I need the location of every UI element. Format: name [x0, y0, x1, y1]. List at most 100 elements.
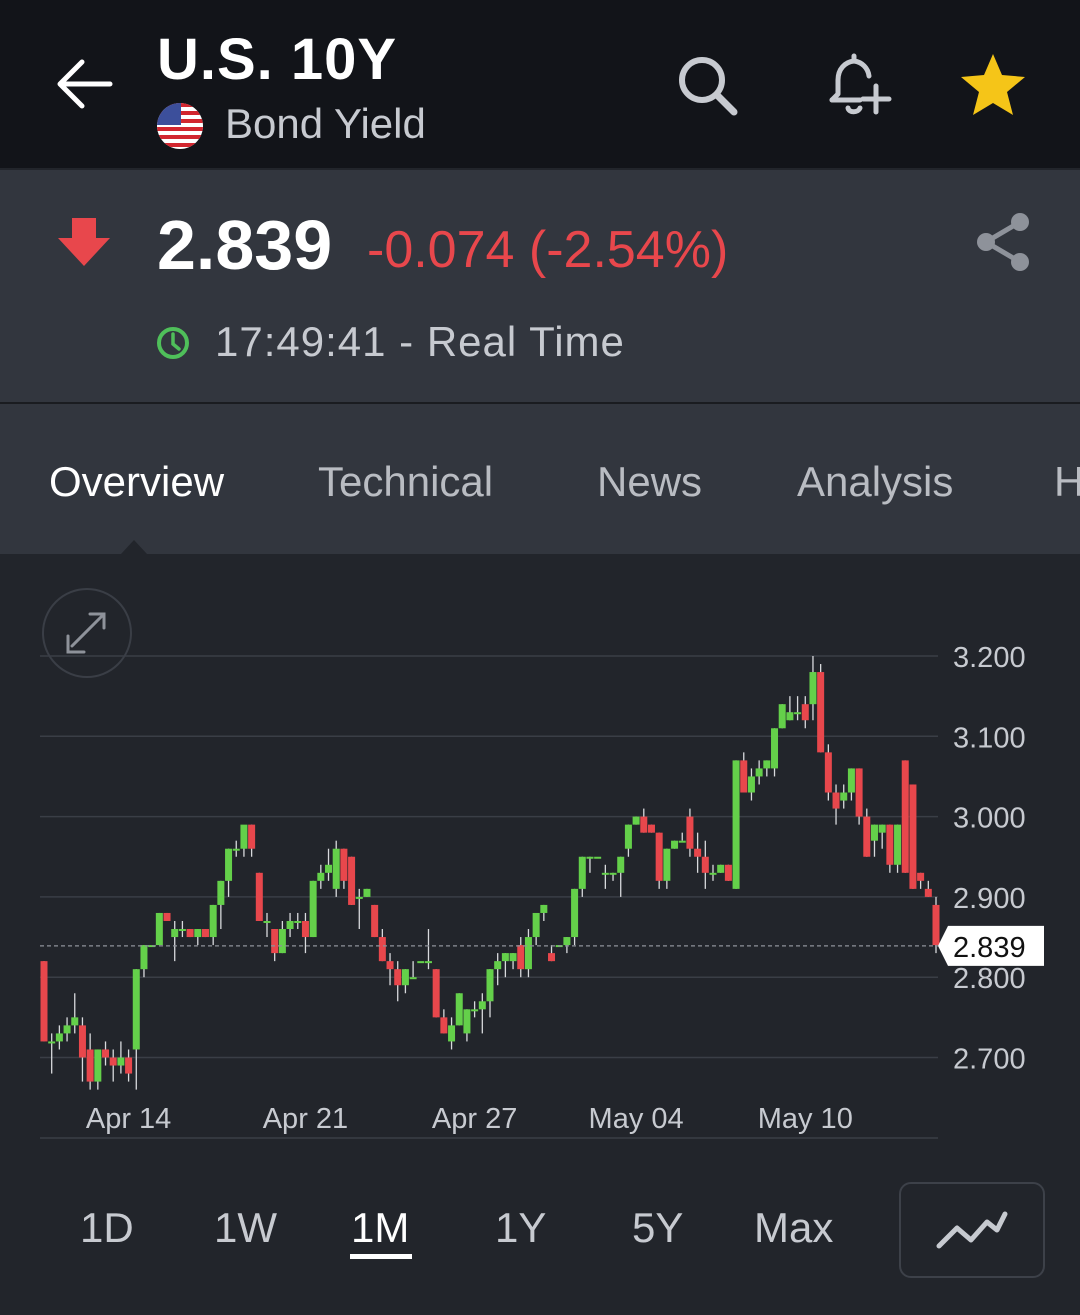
candle-body: [240, 824, 248, 849]
candle-body: [371, 904, 379, 938]
candle-body: [232, 848, 240, 851]
quote-panel: 2.839 -0.074 (-2.54%) 17:49:41 - Real Ti…: [0, 170, 1080, 404]
arrow-left-icon[interactable]: [52, 52, 116, 116]
price-change: -0.074 (-2.54%): [367, 221, 729, 279]
candle-body: [263, 920, 271, 923]
candle-body: [701, 856, 709, 873]
x-tick-label: Apr 21: [263, 1103, 348, 1135]
candle-body: [363, 888, 371, 897]
candle-body: [878, 824, 886, 833]
candle-body: [386, 961, 394, 970]
candle-body: [286, 920, 294, 930]
candle-body: [478, 1001, 486, 1010]
y-tick-label: 2.900: [953, 883, 1026, 915]
range-1w[interactable]: 1W: [214, 1204, 277, 1252]
candle-body: [340, 848, 348, 881]
star-icon[interactable]: [958, 50, 1028, 120]
candle-body: [86, 1049, 94, 1082]
candle-body: [517, 945, 525, 970]
candle-body: [548, 953, 556, 962]
range-1y[interactable]: 1Y: [495, 1204, 546, 1252]
candle-body: [932, 904, 940, 946]
candle-body: [863, 816, 871, 857]
search-icon[interactable]: [672, 50, 742, 120]
candle-body: [655, 832, 663, 881]
candle-body: [747, 776, 755, 793]
candle-body: [494, 961, 502, 970]
candle-body: [571, 888, 579, 938]
candle-body: [894, 824, 902, 865]
candle-body: [801, 704, 809, 721]
range-1m[interactable]: 1M: [351, 1204, 409, 1252]
quote-time: 17:49:41 - Real Time: [215, 318, 625, 365]
candle-body: [71, 1017, 79, 1026]
candle-body: [301, 920, 309, 938]
candle-body: [640, 816, 648, 833]
candle-body: [617, 856, 625, 873]
candle-body: [840, 792, 848, 801]
expand-icon: [66, 612, 106, 654]
candle-body: [378, 937, 386, 962]
candle-body: [824, 752, 832, 793]
candle-body: [924, 888, 932, 897]
candle-body: [201, 929, 209, 938]
y-tick-label: 2.800: [953, 963, 1026, 995]
candle-body: [594, 856, 602, 859]
candle-body: [432, 969, 440, 1018]
tab-partial[interactable]: H: [1054, 458, 1080, 506]
range-5y[interactable]: 5Y: [632, 1204, 683, 1252]
instrument-subtitle: Bond Yield: [225, 100, 426, 147]
candle-body: [217, 880, 225, 905]
chart-type-button[interactable]: [899, 1182, 1045, 1278]
range-1d[interactable]: 1D: [80, 1204, 134, 1252]
bell-plus-icon[interactable]: [822, 50, 892, 120]
candle-body: [355, 896, 363, 899]
tab-technical[interactable]: Technical: [318, 458, 493, 506]
candle-body: [486, 969, 494, 1002]
y-tick-label: 2.700: [953, 1044, 1026, 1076]
expand-button[interactable]: [42, 588, 132, 678]
candle-body: [832, 792, 840, 809]
candle-body: [125, 1057, 133, 1074]
candle-body: [155, 912, 163, 946]
candle-body: [909, 784, 917, 889]
candle-body: [394, 969, 402, 986]
candle-body: [455, 993, 463, 1026]
candle-body: [771, 728, 779, 769]
range-max[interactable]: Max: [754, 1204, 833, 1252]
share-icon[interactable]: [972, 210, 1036, 274]
candle-body: [870, 824, 878, 841]
candle-body: [586, 856, 594, 859]
candle-body: [901, 760, 909, 873]
time-range-selector: 1D 1W 1M 1Y 5Y Max: [0, 1180, 1080, 1280]
candle-body: [578, 856, 586, 889]
y-tick-label: 3.100: [953, 722, 1026, 754]
candle-body: [55, 1033, 63, 1042]
last-price: 2.839: [157, 206, 333, 284]
tab-news[interactable]: News: [597, 458, 702, 506]
y-tick-label: 3.000: [953, 803, 1026, 835]
candle-body: [325, 864, 333, 873]
down-arrow-icon: [58, 218, 110, 266]
y-tick-label: 3.200: [953, 642, 1026, 674]
candle-body: [532, 912, 540, 938]
range-active-underline: [350, 1254, 412, 1259]
candle-body: [448, 1025, 456, 1042]
candle-body: [401, 969, 409, 986]
tab-overview[interactable]: Overview: [49, 458, 224, 506]
candle-body: [632, 816, 640, 825]
candle-body: [778, 704, 786, 729]
price-chart[interactable]: 3.200 3.100 3.000 2.900 2.800 2.700 2.839 Apr 1…: [0, 554, 1080, 1164]
clock-icon: [157, 327, 189, 359]
us-flag-icon: [157, 103, 203, 149]
candle-body: [647, 824, 655, 833]
candle-body: [740, 760, 748, 793]
candle-body: [732, 760, 740, 889]
candle-body: [694, 848, 702, 857]
candle-body: [209, 904, 217, 938]
candle-body: [917, 872, 925, 881]
candle-body: [471, 1009, 479, 1012]
tab-analysis[interactable]: Analysis: [797, 458, 953, 506]
candle-body: [178, 929, 186, 932]
candle-body: [855, 768, 863, 817]
